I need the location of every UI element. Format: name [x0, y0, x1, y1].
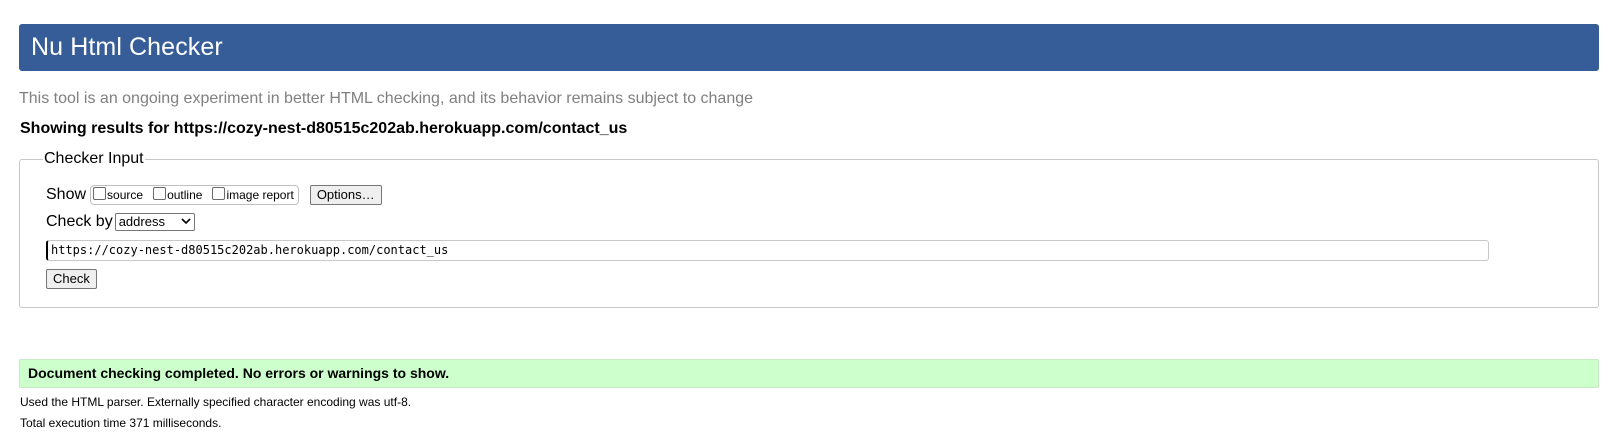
image-report-checkbox-label: image report	[226, 188, 294, 202]
results-heading: Showing results for https://cozy-nest-d8…	[20, 120, 628, 137]
check-by-row: Check by address	[46, 212, 195, 232]
check-button[interactable]: Check	[46, 269, 97, 289]
page: Nu Html Checker This tool is an ongoing …	[0, 0, 1617, 437]
show-outline-option[interactable]: outline	[153, 186, 203, 202]
parser-info: Used the HTML parser. Externally specifi…	[20, 395, 412, 409]
check-by-label: Check by	[46, 213, 113, 230]
show-image-report-option[interactable]: image report	[212, 186, 294, 202]
options-button[interactable]: Options…	[309, 185, 382, 205]
show-label: Show	[46, 186, 87, 203]
show-options-row: Show source outline image report Options…	[46, 184, 382, 206]
show-source-option[interactable]: source	[93, 186, 144, 202]
page-title: Nu Html Checker	[31, 33, 223, 61]
chevron-down-icon	[181, 217, 191, 227]
source-checkbox[interactable]	[93, 186, 107, 200]
image-report-checkbox[interactable]	[212, 186, 226, 200]
header-banner: Nu Html Checker	[19, 24, 1599, 71]
checker-input-legend: Checker Input	[43, 150, 145, 168]
outline-checkbox-label: outline	[167, 188, 203, 202]
show-options-group: source outline image report	[90, 185, 299, 205]
check-by-selected-value: address	[118, 214, 165, 229]
source-checkbox-label: source	[107, 188, 144, 202]
checker-input-fieldset: Checker Input Show source outline image …	[19, 150, 1599, 308]
success-message: Document checking completed. No errors o…	[19, 359, 1599, 388]
url-input[interactable]: https://cozy-nest-d80515c202ab.herokuapp…	[46, 240, 1489, 261]
outline-checkbox[interactable]	[153, 186, 167, 200]
tool-description: This tool is an ongoing experiment in be…	[19, 90, 754, 107]
execution-time: Total execution time 371 milliseconds.	[20, 416, 222, 430]
check-by-select[interactable]: address	[114, 213, 195, 231]
